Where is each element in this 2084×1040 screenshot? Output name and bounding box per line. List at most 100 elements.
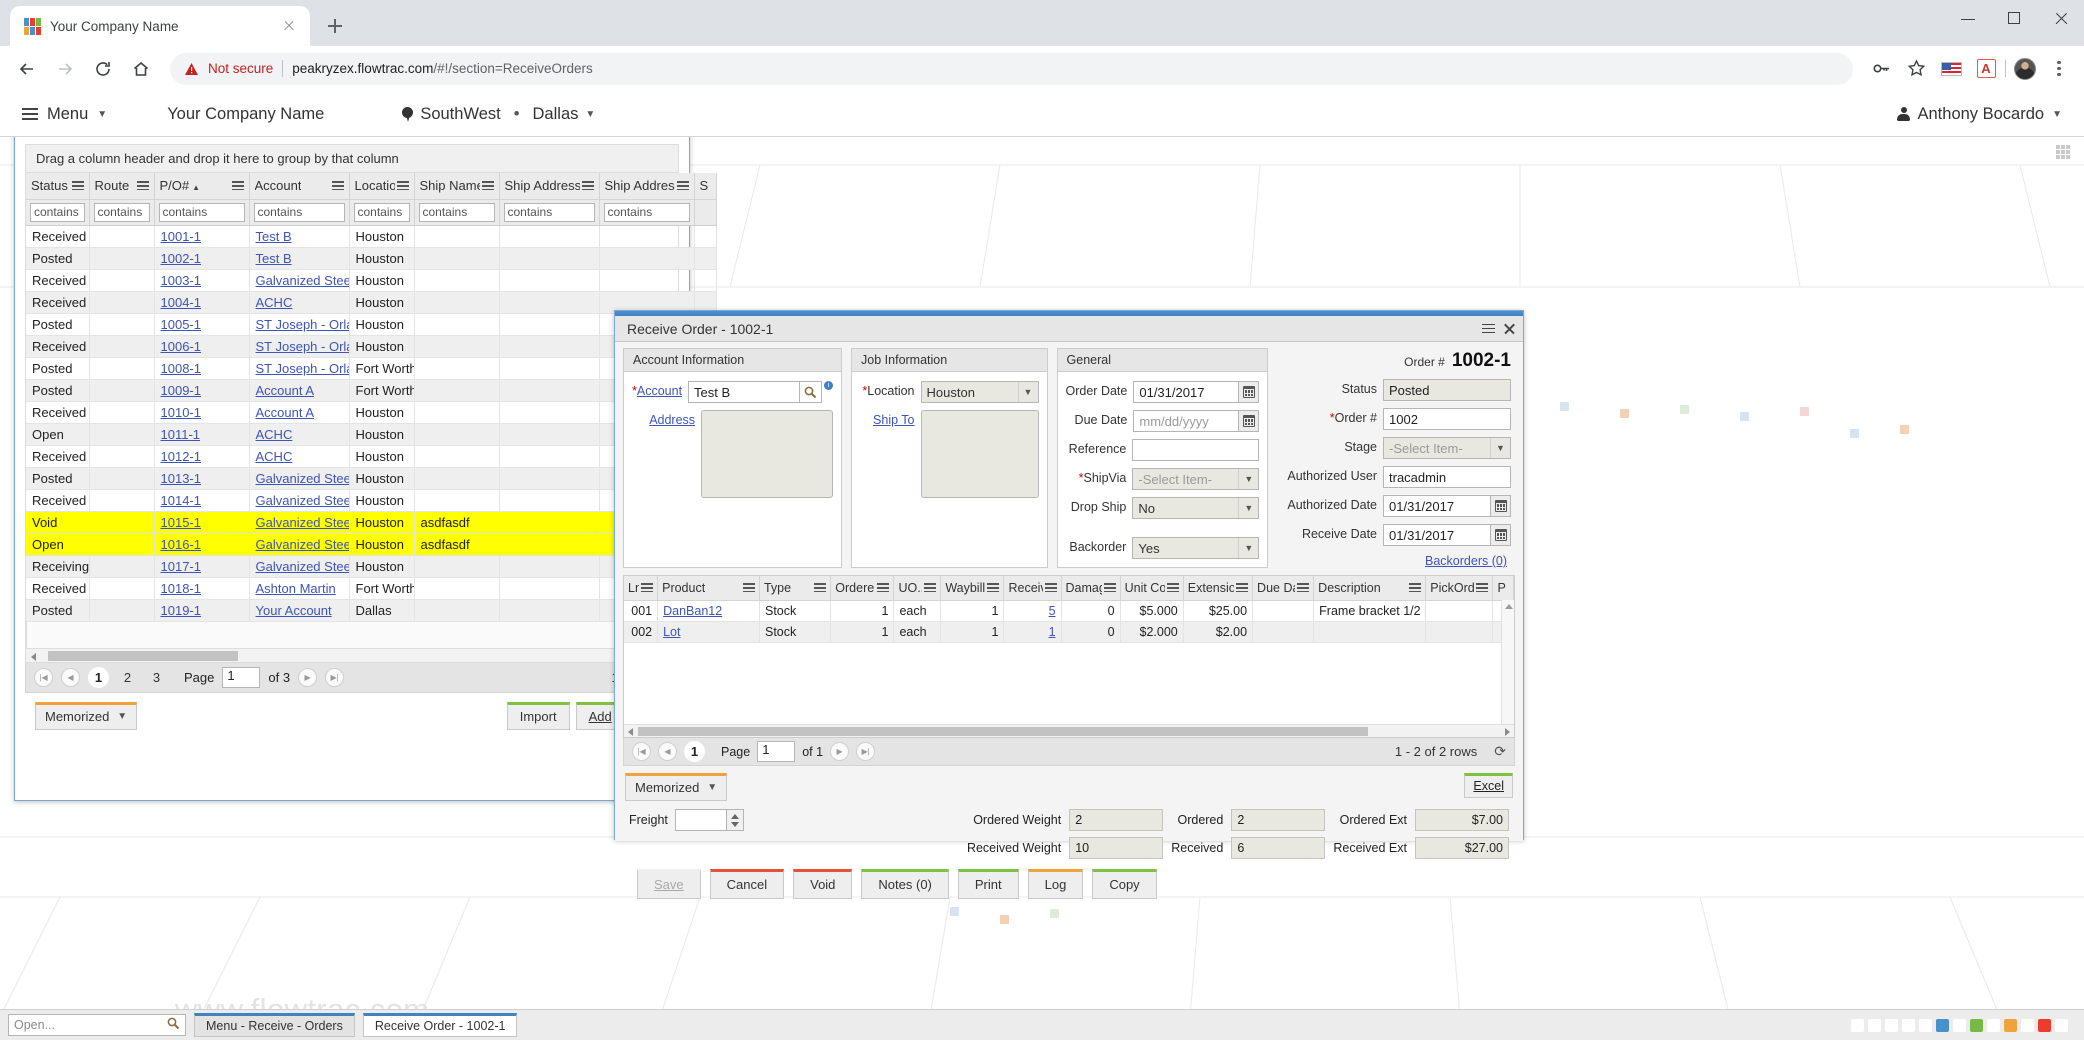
- open-search-box[interactable]: Open...: [8, 1014, 186, 1036]
- cell-account-link[interactable]: Galvanized Steel Pa...: [256, 515, 349, 530]
- table-row[interactable]: Received 1014-1 Galvanized Steel Pa...Hous…: [26, 489, 717, 512]
- auth-user-input[interactable]: tracadmin: [1383, 466, 1511, 488]
- item-col-pickorder[interactable]: PickOrder: [1425, 576, 1494, 601]
- cell-po-link[interactable]: 1005-1: [161, 317, 201, 332]
- column-menu-icon[interactable]: [1409, 583, 1422, 593]
- cell-account[interactable]: ST Joseph - Orlando: [249, 357, 350, 380]
- cell-po-link[interactable]: 1010-1: [161, 405, 201, 420]
- cell-po-link[interactable]: 1015-1: [161, 515, 201, 530]
- account-search-icon[interactable]: [800, 381, 823, 403]
- item-col-unit-cost[interactable]: Unit Cos.: [1120, 576, 1184, 601]
- filter-input-ship-name[interactable]: contains: [418, 202, 495, 222]
- cell-account[interactable]: Galvanized Steel Pa...: [249, 533, 350, 556]
- cell-po[interactable]: 1014-1: [154, 489, 250, 512]
- line-items-vertical-scrollbar[interactable]: [1501, 600, 1514, 737]
- refresh-icon[interactable]: ⟳: [1494, 743, 1506, 760]
- line-item-row[interactable]: 001 DanBan12 Stock 1 each 1 5 0 $5.000 $25.00 Fram…: [624, 600, 1514, 622]
- cell-account-link[interactable]: ST Joseph - Orlando: [256, 339, 349, 354]
- cell-account-link[interactable]: ST Joseph - Orlando: [256, 361, 349, 376]
- cell-po[interactable]: 1010-1: [154, 401, 250, 424]
- pager-page-input[interactable]: 1: [222, 666, 261, 688]
- void-button[interactable]: Void: [793, 869, 853, 899]
- column-header-location[interactable]: Locatio.: [349, 173, 415, 200]
- cell-product[interactable]: Lot: [657, 621, 760, 643]
- cell-po-link[interactable]: 1012-1: [161, 449, 201, 464]
- pager-last-button[interactable]: ▶|: [325, 667, 345, 687]
- table-row[interactable]: Posted 1019-1 Your Account Dallas: [26, 599, 717, 622]
- table-row[interactable]: Posted 1008-1 ST Joseph - OrlandoFort Wort…: [26, 357, 717, 380]
- dropship-select[interactable]: No ▼: [1132, 497, 1260, 519]
- cell-po[interactable]: 1009-1: [154, 379, 250, 402]
- cell-account-link[interactable]: Account A: [256, 405, 315, 420]
- receive-date-input[interactable]: 01/31/2017: [1383, 524, 1491, 546]
- item-col-received[interactable]: Receive.: [1003, 576, 1062, 601]
- profile-avatar-icon[interactable]: [2009, 53, 2041, 85]
- filter-input-route[interactable]: contains: [93, 202, 150, 222]
- cell-account[interactable]: Galvanized Steel Pa...: [249, 467, 350, 490]
- item-col-ln[interactable]: Ln: [624, 576, 659, 601]
- cell-po[interactable]: 1003-1: [154, 269, 250, 292]
- cell-po-link[interactable]: 1018-1: [161, 581, 201, 596]
- cell-account[interactable]: Galvanized Steel Pa...: [249, 269, 350, 292]
- cell-po[interactable]: 1017-1: [154, 555, 250, 578]
- line-item-row[interactable]: 002 Lot Stock 1 each 1 1 0 $2.000 $2.00: [624, 621, 1514, 643]
- cell-account[interactable]: ACHC: [249, 445, 350, 468]
- home-icon[interactable]: [124, 52, 158, 86]
- item-col-due-date[interactable]: Due Dat.: [1252, 576, 1315, 601]
- cell-po[interactable]: 1019-1: [154, 599, 250, 622]
- item-col-uom[interactable]: UO..: [893, 576, 942, 601]
- location-select[interactable]: Houston ▼: [920, 381, 1039, 403]
- column-menu-icon[interactable]: [1236, 583, 1249, 593]
- log-button[interactable]: Log: [1027, 869, 1084, 899]
- due-date-calendar-icon[interactable]: [1239, 410, 1260, 432]
- password-key-icon[interactable]: [1865, 53, 1897, 85]
- table-row[interactable]: Posted 1005-1 ST Joseph - OrlandoHouston: [26, 313, 717, 336]
- item-col-description[interactable]: Description: [1313, 576, 1427, 601]
- account-input[interactable]: Test B: [688, 381, 801, 403]
- receive-date-calendar-icon[interactable]: [1491, 524, 1511, 546]
- filter-input-location[interactable]: contains: [353, 202, 410, 222]
- line-items-horizontal-scrollbar[interactable]: [624, 724, 1514, 737]
- info-icon[interactable]: i: [824, 381, 834, 390]
- order-date-calendar-icon[interactable]: [1239, 381, 1260, 403]
- excel-export-button[interactable]: Excel: [1464, 773, 1513, 798]
- items-pager-next-button[interactable]: ▶: [830, 742, 850, 761]
- filter-input-ship-address-2[interactable]: contains: [603, 202, 690, 222]
- cell-po-link[interactable]: 1001-1: [161, 229, 201, 244]
- column-menu-icon[interactable]: [331, 181, 344, 191]
- cell-account-link[interactable]: Galvanized Steel Pa...: [256, 559, 349, 574]
- stepper-down-icon[interactable]: [730, 821, 739, 827]
- table-row[interactable]: Received 1012-1 ACHC Houston: [26, 445, 717, 468]
- pager-prev-button[interactable]: ◀: [61, 667, 80, 687]
- cell-account[interactable]: ST Joseph - Orlando: [249, 313, 350, 336]
- group-by-dropzone[interactable]: Drag a column header and drop it here to…: [25, 144, 679, 172]
- column-menu-icon[interactable]: [1103, 583, 1116, 593]
- column-menu-icon[interactable]: [814, 583, 827, 593]
- table-row[interactable]: Posted 1013-1 Galvanized Steel Pa...Housto…: [26, 467, 717, 490]
- cell-po-link[interactable]: 1017-1: [161, 559, 201, 574]
- cell-received[interactable]: 5: [1003, 600, 1062, 622]
- cell-po[interactable]: 1004-1: [154, 291, 250, 314]
- notes-button[interactable]: Notes (0): [861, 869, 949, 899]
- column-menu-icon[interactable]: [1476, 583, 1489, 593]
- backorders-link[interactable]: Backorders (0): [1425, 554, 1507, 568]
- bookmark-star-icon[interactable]: [1900, 53, 1932, 85]
- cell-po[interactable]: 1008-1: [154, 357, 250, 380]
- items-pager-page-1[interactable]: 1: [684, 741, 705, 762]
- scroll-left-icon[interactable]: [31, 652, 36, 661]
- cell-account[interactable]: Account A: [249, 379, 350, 402]
- address-textarea[interactable]: [701, 410, 834, 498]
- column-menu-icon[interactable]: [1044, 583, 1057, 593]
- us-flag-extension-icon[interactable]: [1935, 53, 1967, 85]
- column-header-ship-name[interactable]: Ship Name: [414, 173, 500, 200]
- freight-input[interactable]: [674, 809, 727, 831]
- search-icon[interactable]: [167, 1017, 180, 1033]
- cell-product-link[interactable]: Lot: [663, 625, 680, 639]
- table-row[interactable]: Received 1018-1 Ashton Martin Fort Worth: [26, 577, 717, 600]
- taskbar-item-orders[interactable]: Menu - Receive - Orders: [194, 1013, 355, 1037]
- items-pager-prev-button[interactable]: ◀: [658, 742, 677, 761]
- scroll-thumb[interactable]: [48, 650, 238, 661]
- close-window-button[interactable]: [2038, 0, 2084, 38]
- table-row[interactable]: Posted 1002-1 Test B Houston: [26, 247, 717, 270]
- scroll-thumb[interactable]: [638, 727, 1368, 736]
